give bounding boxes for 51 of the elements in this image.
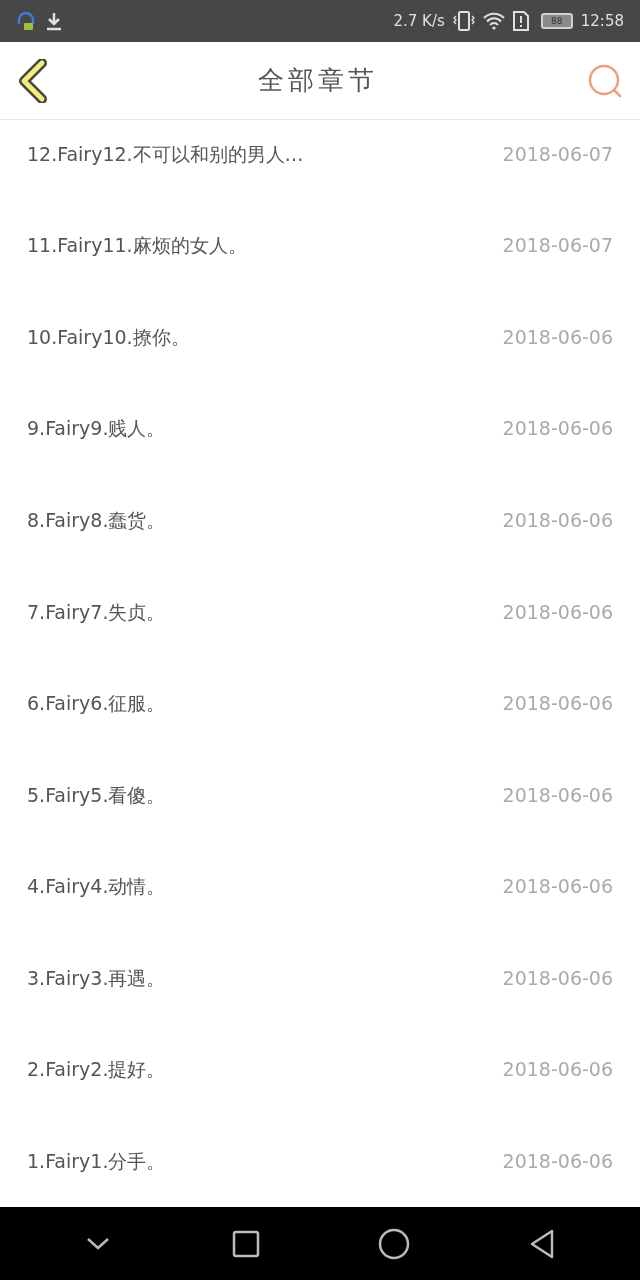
chapter-title: 3.Fairy3.再遇。 [27,965,166,991]
chapter-item[interactable]: 4.Fairy4.动情。 2018-06-06 [0,840,640,933]
chapter-item[interactable]: 5.Fairy5.看傻。 2018-06-06 [0,749,640,841]
chapter-title: 4.Fairy4.动情。 [27,874,166,900]
chapter-title: 1.Fairy1.分手。 [27,1149,166,1175]
chapter-item[interactable]: 7.Fairy7.失贞。 2018-06-06 [0,565,640,658]
chapter-date: 2018-06-06 [502,782,613,808]
circle-icon [378,1227,410,1260]
chapter-item[interactable]: 11.Fairy11.麻烦的女人。 2018-06-07 [0,199,640,292]
chapter-item[interactable]: 6.Fairy6.征服。 2018-06-06 [0,657,640,750]
chapter-item[interactable]: 12.Fairy12.不可以和别的男人… 2018-06-07 [0,120,640,200]
network-speed: 2.7 K/s [393,10,445,32]
wifi-icon [482,12,505,30]
chapter-title: 12.Fairy12.不可以和别的男人… [27,141,304,167]
chapter-item[interactable]: 9.Fairy9.贱人。 2018-06-06 [0,382,640,475]
chapter-title: 5.Fairy5.看傻。 [27,782,166,808]
back-icon [18,58,48,103]
chapter-title: 9.Fairy9.贱人。 [27,416,166,442]
chapter-date: 2018-06-06 [502,1149,613,1175]
chapter-date: 2018-06-06 [502,965,613,991]
download-icon [44,11,64,31]
chapter-date: 2018-06-06 [502,599,613,625]
chapter-date: 2018-06-06 [502,1057,613,1083]
square-icon [232,1229,260,1258]
chevron-down-icon [85,1235,111,1252]
chapter-date: 2018-06-07 [502,141,613,167]
chapter-title: 11.Fairy11.麻烦的女人。 [27,233,247,259]
chapter-date: 2018-06-06 [502,324,613,350]
chapter-title: 8.Fairy8.蠢货。 [27,507,166,533]
chapter-date: 2018-06-06 [502,416,613,442]
chapter-date: 2018-06-06 [502,691,613,717]
chapter-item[interactable]: 8.Fairy8.蠢货。 2018-06-06 [0,474,640,566]
chapter-date: 2018-06-07 [502,233,613,259]
chapter-date: 2018-06-06 [502,874,613,900]
chapter-title: 10.Fairy10.撩你。 [27,324,190,350]
chapter-title: 6.Fairy6.征服。 [27,691,166,717]
page-title: 全部章节 [258,64,378,97]
chapter-item[interactable]: 10.Fairy10.撩你。 2018-06-06 [0,291,640,383]
sim-alert-icon [512,11,529,31]
clock: 12:58 [580,10,624,32]
triangle-icon [528,1227,556,1260]
chapter-title: 7.Fairy7.失贞。 [27,599,166,625]
chapter-title: 2.Fairy2.提好。 [27,1057,166,1083]
chapter-item[interactable]: 1.Fairy1.分手。 2018-06-06 [0,1115,640,1207]
back-button[interactable] [16,57,50,104]
vibrate-icon [452,10,475,32]
chapter-item[interactable]: 2.Fairy2.提好。 2018-06-06 [0,1023,640,1116]
chapter-item[interactable]: 3.Fairy3.再遇。 2018-06-06 [0,932,640,1024]
chapter-date: 2018-06-06 [502,507,613,533]
battery-icon: 88 [540,13,573,29]
search-icon [587,62,623,99]
